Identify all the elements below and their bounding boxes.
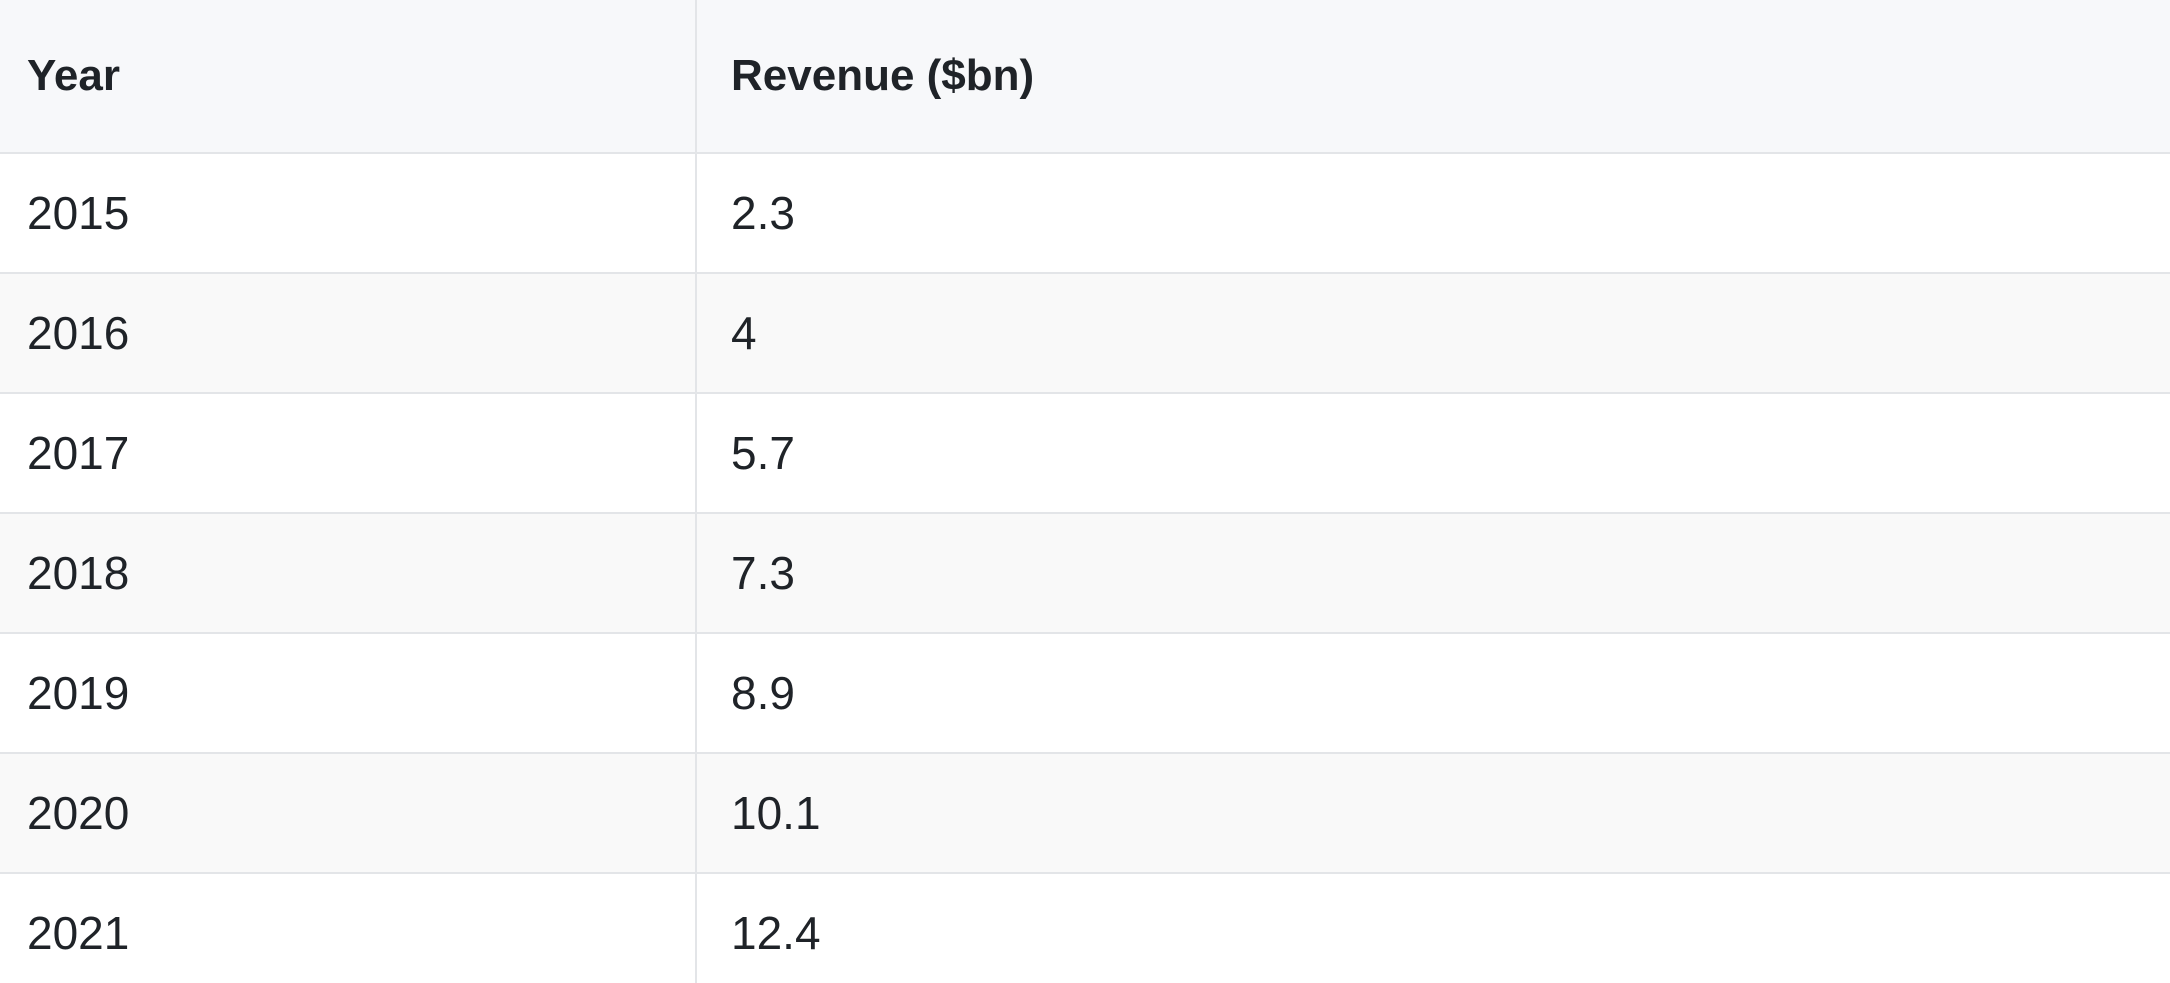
year-cell: 2015 <box>0 153 697 274</box>
table-row: 2018 7.3 <box>0 513 2170 634</box>
column-header-revenue[interactable]: Revenue ($bn) <box>696 0 2170 154</box>
revenue-cell: 7.3 <box>696 513 2170 634</box>
table-row: 2020 10.1 <box>0 753 2170 874</box>
year-cell: 2021 <box>0 873 697 983</box>
year-cell: 2020 <box>0 753 697 874</box>
revenue-cell: 2.3 <box>696 153 2170 274</box>
year-cell: 2018 <box>0 513 697 634</box>
revenue-cell: 12.4 <box>696 873 2170 983</box>
revenue-cell: 8.9 <box>696 633 2170 754</box>
revenue-table: Year Revenue ($bn) 2015 2.3 2016 4 2017 5.7 20… <box>0 0 2170 983</box>
table-row: 2016 4 <box>0 273 2170 394</box>
table-row: 2019 8.9 <box>0 633 2170 754</box>
year-cell: 2017 <box>0 393 697 514</box>
header-row: Year Revenue ($bn) <box>0 0 2170 154</box>
column-header-year[interactable]: Year <box>0 0 697 154</box>
revenue-cell: 4 <box>696 273 2170 394</box>
year-cell: 2016 <box>0 273 697 394</box>
table-row: 2021 12.4 <box>0 873 2170 983</box>
revenue-cell: 10.1 <box>696 753 2170 874</box>
table-header: Year Revenue ($bn) <box>0 0 2170 154</box>
revenue-table-container: Year Revenue ($bn) 2015 2.3 2016 4 2017 5.7 20… <box>0 0 2170 983</box>
revenue-cell: 5.7 <box>696 393 2170 514</box>
table-row: 2015 2.3 <box>0 153 2170 274</box>
year-cell: 2019 <box>0 633 697 754</box>
table-body: 2015 2.3 2016 4 2017 5.7 2018 7.3 2019 8.9 2020 10.… <box>0 153 2170 983</box>
table-row: 2017 5.7 <box>0 393 2170 514</box>
